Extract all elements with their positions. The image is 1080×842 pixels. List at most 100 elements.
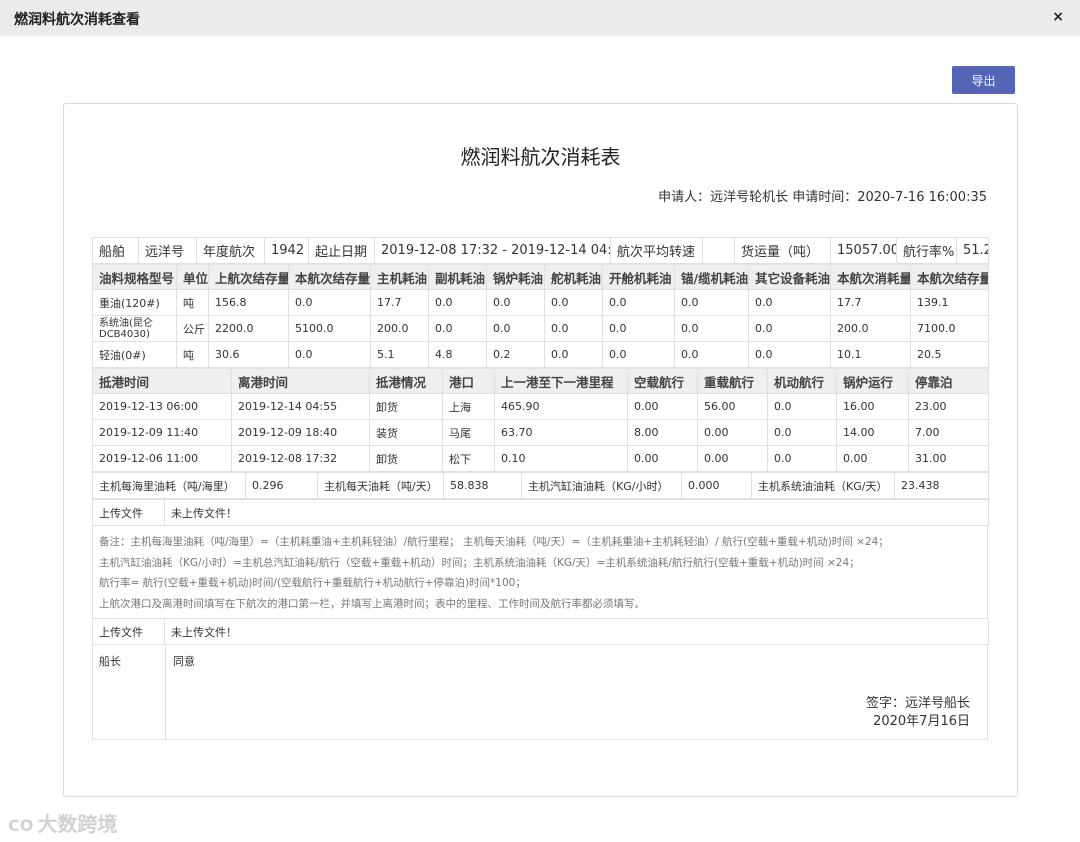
upload-table-1: 上传文件 未上传文件！ [92, 499, 989, 526]
fuel-cell: 0.0 [748, 341, 831, 368]
fuel-header-cell: 本航次结存量 [288, 264, 371, 290]
fuel-cell: 系统油(昆仑DCB4030) [92, 315, 177, 342]
upload-status[interactable]: 未上传文件！ [164, 499, 989, 526]
fuel-header-row: 油料规格型号 单位 上航次结存量 本航次结存量 主机耗油 副机耗油 锅炉耗油 舵… [92, 264, 989, 290]
port-cell: 2019-12-13 06:00 [92, 393, 232, 420]
applicant-info: 申请人：远洋号轮机长 申请时间：2020-7-16 16:00:35 [658, 190, 987, 205]
watermark-text: 大数跨境 [37, 812, 118, 836]
fuel-cell: 4.8 [428, 341, 487, 368]
fuel-cell: 10.1 [830, 341, 911, 368]
info-label-sailing-rate: 航行率% [896, 237, 957, 264]
port-header-cell: 抵港时间 [92, 368, 232, 394]
info-label-voyage: 年度航次 [196, 237, 265, 264]
port-cell: 0.00 [836, 445, 909, 472]
port-header-row: 抵港时间 离港时间 抵港情况 港口 上一港至下一港里程 空载航行 重载航行 机动… [92, 368, 989, 394]
table-row: 重油(120#) 吨 156.8 0.0 17.7 0.0 0.0 0.0 0.… [92, 289, 989, 316]
fuel-header-cell: 上航次结存量 [208, 264, 289, 290]
port-header-cell: 锅炉运行 [836, 368, 909, 394]
fuel-header-cell: 本航次消耗量 [830, 264, 911, 290]
fuel-cell: 0.0 [486, 315, 545, 342]
fuel-cell: 0.0 [674, 315, 749, 342]
info-voyage: 1942 [264, 237, 309, 264]
remarks-block: 备注：主机每海里油耗（吨/海里）=（主机耗重油+主机耗轻油）/航行里程； 主机每… [92, 526, 988, 619]
port-cell: 16.00 [836, 393, 909, 420]
fuel-cell: 2200.0 [208, 315, 289, 342]
fuel-table: 油料规格型号 单位 上航次结存量 本航次结存量 主机耗油 副机耗油 锅炉耗油 舵… [92, 264, 989, 368]
port-header-cell: 机动航行 [767, 368, 837, 394]
fuel-cell: 0.2 [486, 341, 545, 368]
metrics-row: 主机每海里油耗（吨/海里） 0.296 主机每天油耗（吨/天） 58.838 主… [92, 472, 989, 499]
upload-status[interactable]: 未上传文件！ [164, 619, 989, 645]
port-cell: 上海 [442, 393, 495, 420]
info-dates: 2019-12-08 17:32 - 2019-12-14 04:55 [374, 237, 611, 264]
document-title: 燃润料航次消耗表 [460, 145, 621, 169]
metric-label-main-per-mile: 主机每海里油耗（吨/海里） [92, 472, 246, 499]
info-speed [702, 237, 735, 264]
fuel-header-cell: 油料规格型号 [92, 264, 177, 290]
metric-cylinder-oil: 0.000 [681, 472, 752, 499]
consumption-form: 船舶 远洋号 年度航次 1942 起止日期 2019-12-08 17:32 -… [92, 237, 989, 742]
port-cell: 0.0 [767, 445, 837, 472]
port-header-cell: 空载航行 [627, 368, 698, 394]
fuel-cell: 0.0 [748, 289, 831, 316]
close-icon[interactable]: × [1052, 9, 1064, 25]
info-label-dates: 起止日期 [308, 237, 375, 264]
port-cell: 卸货 [369, 445, 443, 472]
fuel-cell: 17.7 [370, 289, 429, 316]
port-cell: 56.00 [697, 393, 768, 420]
metric-label-system-oil: 主机系统油油耗（KG/天） [751, 472, 895, 499]
info-label-cargo: 货运量（吨） [734, 237, 831, 264]
fuel-cell: 0.0 [288, 289, 371, 316]
fuel-header-cell: 开舱机耗油 [602, 264, 675, 290]
metrics-table: 主机每海里油耗（吨/海里） 0.296 主机每天油耗（吨/天） 58.838 主… [92, 472, 989, 499]
fuel-cell: 0.0 [748, 315, 831, 342]
port-cell: 马尾 [442, 419, 495, 446]
fuel-cell: 公斤 [176, 315, 209, 342]
table-row: 2019-12-09 11:40 2019-12-09 18:40 装货 马尾 … [92, 419, 989, 446]
port-cell: 卸货 [369, 393, 443, 420]
info-label-ship: 船舶 [92, 237, 139, 264]
port-cell: 2019-12-06 11:00 [92, 445, 232, 472]
port-cell: 2019-12-14 04:55 [231, 393, 370, 420]
fuel-header-cell: 单位 [176, 264, 209, 290]
window-titlebar: 燃润料航次消耗查看 × [0, 0, 1080, 36]
fuel-cell: 0.0 [602, 289, 675, 316]
info-ship: 远洋号 [138, 237, 197, 264]
port-cell: 0.00 [697, 445, 768, 472]
fuel-cell: 0.0 [544, 341, 603, 368]
upload-row-1: 上传文件 未上传文件！ [92, 499, 989, 526]
report-panel: 燃润料航次消耗表 申请人：远洋号轮机长 申请时间：2020-7-16 16:00… [63, 103, 1018, 797]
port-cell: 0.10 [494, 445, 628, 472]
fuel-cell: 0.0 [674, 341, 749, 368]
upload-label: 上传文件 [92, 499, 165, 526]
fuel-cell: 139.1 [910, 289, 989, 316]
fuel-cell: 200.0 [830, 315, 911, 342]
metric-main-per-mile: 0.296 [245, 472, 318, 499]
fuel-cell: 156.8 [208, 289, 289, 316]
captain-signature: 签字：远洋号船长 [865, 696, 970, 711]
port-cell: 0.0 [767, 419, 837, 446]
export-button[interactable]: 导出 [952, 66, 1015, 94]
port-cell: 2019-12-09 11:40 [92, 419, 232, 446]
upload-table-2: 上传文件 未上传文件！ [92, 619, 989, 645]
port-cell: 0.00 [627, 445, 698, 472]
port-cell: 2019-12-09 18:40 [231, 419, 370, 446]
divider [165, 645, 166, 739]
fuel-cell: 轻油(0#) [92, 341, 177, 368]
metric-label-cylinder-oil: 主机汽缸油油耗（KG/小时） [521, 472, 682, 499]
fuel-cell: 0.0 [674, 289, 749, 316]
port-cell: 63.70 [494, 419, 628, 446]
metric-system-oil: 23.438 [894, 472, 989, 499]
port-cell: 2019-12-08 17:32 [231, 445, 370, 472]
fuel-header-cell: 主机耗油 [370, 264, 429, 290]
watermark-logo-icon: CO [8, 816, 34, 835]
port-header-cell: 停靠泊 [908, 368, 989, 394]
fuel-cell: 5.1 [370, 341, 429, 368]
voyage-info-row: 船舶 远洋号 年度航次 1942 起止日期 2019-12-08 17:32 -… [92, 237, 989, 264]
fuel-cell: 0.0 [288, 341, 371, 368]
fuel-cell: 重油(120#) [92, 289, 177, 316]
table-row: 2019-12-06 11:00 2019-12-08 17:32 卸货 松下 … [92, 445, 989, 472]
metric-label-main-per-day: 主机每天油耗（吨/天） [317, 472, 444, 499]
port-header-cell: 上一港至下一港里程 [494, 368, 628, 394]
info-sailing-rate: 51.200 [956, 237, 989, 264]
